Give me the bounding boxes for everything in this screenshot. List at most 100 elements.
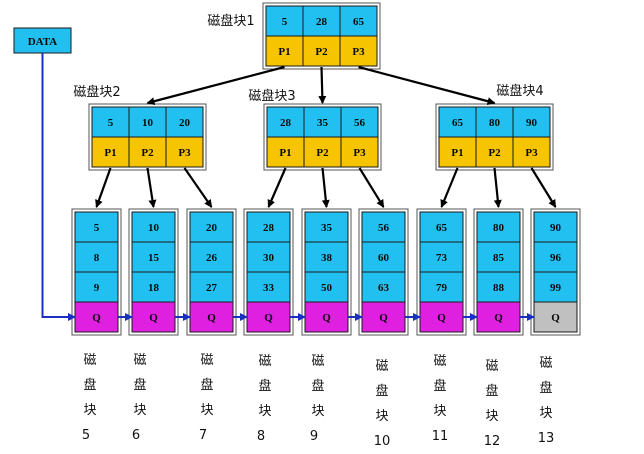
root-node-key: 65 bbox=[353, 16, 365, 28]
leaf-key: 9 bbox=[94, 282, 100, 294]
leaf-label-char: 盘 bbox=[133, 377, 146, 393]
internal-node-key: 80 bbox=[489, 117, 501, 129]
leaf-q: Q bbox=[379, 312, 388, 324]
internal-node-pointer: P1 bbox=[451, 147, 463, 159]
leaf-key: 27 bbox=[206, 282, 218, 294]
leaf-label-char: 块 bbox=[133, 403, 146, 418]
internal-node-title: 磁盘块4 bbox=[496, 83, 543, 99]
leaf-key: 18 bbox=[148, 282, 160, 294]
leaf-q: Q bbox=[437, 312, 446, 324]
leaf-node: 56 60 63 Q bbox=[358, 208, 409, 336]
leaf-label-char: 磁 bbox=[311, 354, 324, 369]
leaf-label-char: 磁 bbox=[83, 353, 96, 368]
internal-node: 28 35 56 P1 P2 P3 bbox=[263, 103, 382, 171]
leaf-key: 10 bbox=[148, 222, 160, 234]
internal-node: 5 10 20 P1 P2 P3 bbox=[88, 103, 207, 171]
leaf-label-char: 块 bbox=[375, 409, 388, 424]
leaf-node: 5 8 9 Q bbox=[71, 208, 122, 336]
leaf-key: 96 bbox=[550, 252, 562, 264]
root-node-title: 磁盘块1 bbox=[207, 13, 254, 29]
leaf-q: Q bbox=[264, 312, 273, 324]
root-node: 5 28 65 P1 P2 P3 bbox=[262, 2, 381, 70]
leaf-block-label: 磁盘块 11 bbox=[432, 354, 449, 444]
leaf-label-char: 盘 bbox=[258, 378, 271, 394]
internal-pointer-arrow bbox=[358, 167, 385, 208]
internal-node-key: 65 bbox=[452, 117, 464, 129]
leaf-q: Q bbox=[322, 312, 331, 324]
internal-pointer-arrow bbox=[183, 167, 213, 208]
leaf-key: 99 bbox=[550, 282, 562, 294]
leaf-label-char: 磁 bbox=[200, 353, 213, 368]
root-pointer-arrow bbox=[318, 66, 327, 104]
internal-node-key: 5 bbox=[108, 117, 114, 129]
internal-node-key: 90 bbox=[526, 117, 538, 129]
leaf-key: 73 bbox=[436, 252, 448, 264]
internal-node-title: 磁盘块3 bbox=[248, 88, 295, 104]
leaf-label-char: 块 bbox=[433, 404, 446, 419]
internal-pointer-arrow bbox=[321, 167, 330, 208]
leaf-label-char: 块 bbox=[539, 406, 552, 421]
leaf-label-number: 9 bbox=[310, 429, 318, 444]
leaf-label-number: 12 bbox=[484, 434, 501, 449]
leaf-key: 80 bbox=[493, 222, 505, 234]
leaf-node: 65 73 79 Q bbox=[416, 208, 467, 336]
internal-node-key: 20 bbox=[179, 117, 191, 129]
data-entry-arrow bbox=[41, 53, 76, 321]
leaf-block-label: 磁盘块 13 bbox=[538, 356, 555, 446]
leaf-key: 28 bbox=[263, 222, 275, 234]
internal-node: 65 80 90 P1 P2 P3 bbox=[435, 103, 554, 171]
leaf-block-label: 磁盘块 12 bbox=[484, 359, 501, 449]
leaf-label-char: 盘 bbox=[433, 378, 446, 394]
leaf-label-char: 块 bbox=[83, 403, 96, 418]
leaf-q: Q bbox=[149, 312, 158, 324]
leaf-key: 50 bbox=[321, 282, 333, 294]
leaf-label-char: 块 bbox=[200, 403, 213, 418]
leaf-label-char: 盘 bbox=[200, 377, 213, 393]
internal-node-title: 磁盘块2 bbox=[73, 84, 120, 100]
leaf-key: 26 bbox=[206, 252, 218, 264]
leaf-label-char: 盘 bbox=[83, 377, 96, 393]
root-node-pointer: P3 bbox=[352, 46, 365, 58]
internal-node-pointer: P3 bbox=[525, 147, 538, 159]
leaf-key: 8 bbox=[94, 252, 100, 264]
leaf-key: 63 bbox=[378, 282, 390, 294]
data-box: DATA bbox=[13, 27, 72, 54]
leaf-key: 20 bbox=[206, 222, 218, 234]
leaf-label-char: 盘 bbox=[311, 378, 324, 394]
leaf-block-label: 磁盘块 8 bbox=[257, 354, 272, 444]
internal-pointer-arrow bbox=[146, 167, 157, 208]
internal-pointer-arrow bbox=[440, 167, 459, 208]
leaf-label-char: 磁 bbox=[485, 359, 498, 374]
leaf-key: 33 bbox=[263, 282, 275, 294]
leaf-label-char: 盘 bbox=[485, 383, 498, 399]
internal-node-key: 56 bbox=[354, 117, 366, 129]
internal-node-pointer: P3 bbox=[353, 147, 366, 159]
internal-pointer-arrow bbox=[530, 167, 557, 208]
internal-node-pointer: P1 bbox=[104, 147, 116, 159]
root-node-pointer: P2 bbox=[315, 46, 328, 58]
internal-node-key: 10 bbox=[142, 117, 154, 129]
leaf-label-number: 11 bbox=[432, 429, 449, 444]
leaf-label-char: 盘 bbox=[375, 383, 388, 399]
leaf-key: 79 bbox=[436, 282, 448, 294]
bplus-tree-diagram: DATA 5 28 65P1 P2 P3磁盘块15 10 20P1 P2 P3磁盘块228 35 5… bbox=[13, 2, 581, 449]
leaf-node: 35 38 50 Q bbox=[301, 208, 352, 336]
leaf-block-label: 磁盘块 5 bbox=[82, 353, 97, 443]
root-node-pointer: P1 bbox=[278, 46, 290, 58]
leaf-key: 15 bbox=[148, 252, 160, 264]
leaf-block-label: 磁盘块 6 bbox=[132, 353, 147, 443]
leaf-label-char: 磁 bbox=[258, 354, 271, 369]
internal-node-key: 28 bbox=[280, 117, 292, 129]
leaf-label-number: 13 bbox=[538, 431, 555, 446]
leaf-block-labels: 磁盘块 5 磁盘块 6 磁盘块 7 磁盘块 8 磁盘块 9 磁盘块 10 磁盘块 11 磁盘块 12 磁盘块 13 bbox=[82, 353, 554, 449]
leaf-key: 88 bbox=[493, 282, 505, 294]
internal-pointer-arrow bbox=[95, 167, 112, 208]
leaf-label-number: 5 bbox=[82, 428, 90, 443]
leaf-block-label: 磁盘块 9 bbox=[310, 354, 325, 444]
leaf-key: 85 bbox=[493, 252, 505, 264]
root-pointer-arrow bbox=[358, 65, 496, 106]
leaf-node: 28 30 33 Q bbox=[243, 208, 294, 336]
leaf-node: 80 85 88 Q bbox=[473, 208, 524, 336]
leaf-label-number: 7 bbox=[199, 428, 207, 443]
root-node-key: 5 bbox=[282, 16, 288, 28]
